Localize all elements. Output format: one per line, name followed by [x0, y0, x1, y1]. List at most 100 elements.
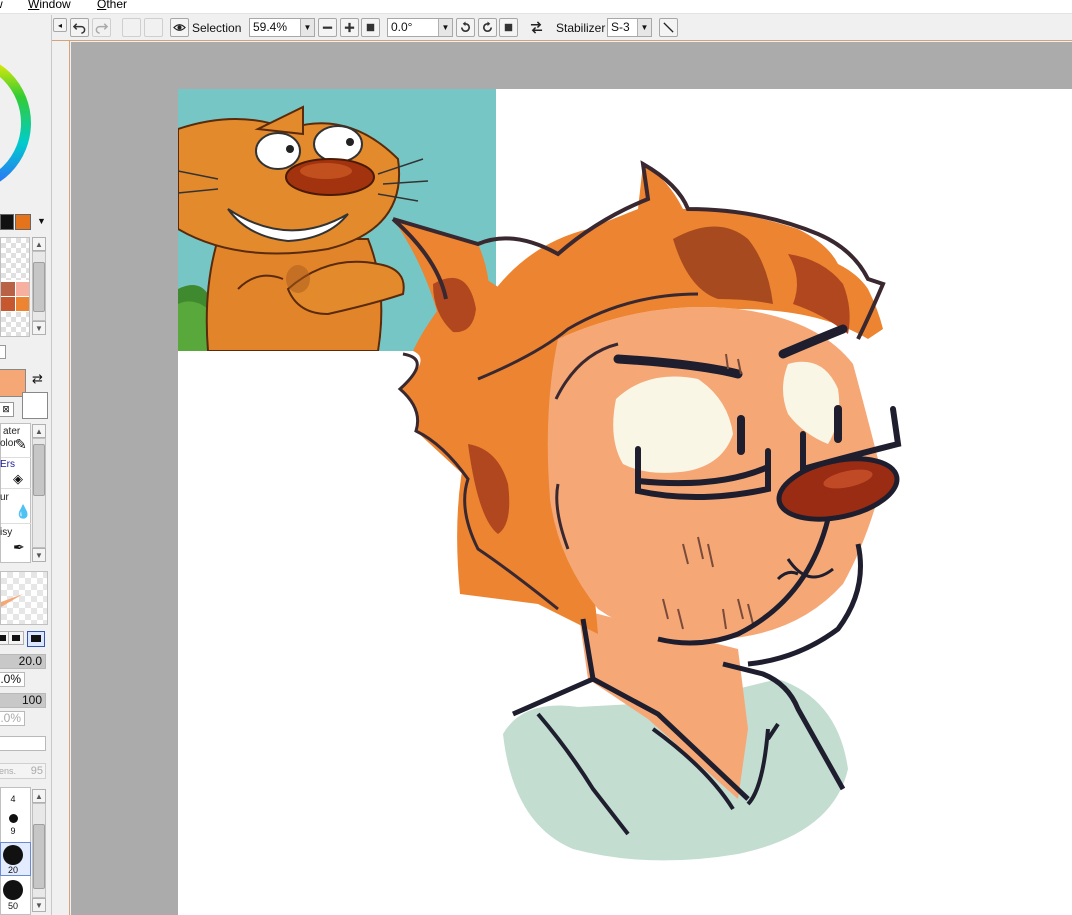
min-size-field[interactable]: .0%	[0, 672, 25, 687]
scroll-up-button[interactable]: ▲	[32, 424, 46, 438]
rotate-left-icon	[460, 21, 471, 33]
menu-item-label: indow	[39, 0, 71, 11]
size-scrollbar[interactable]	[32, 803, 46, 898]
deselect-button[interactable]	[122, 18, 141, 37]
size-preset-label: 9	[10, 826, 16, 836]
stabilizer-combo[interactable]: S-3 ▼	[607, 18, 652, 37]
hidden-param-label: ens.	[0, 766, 17, 776]
brush-shape-button[interactable]	[8, 631, 24, 645]
chevron-down-icon[interactable]: ▼	[37, 216, 46, 226]
canvas-paper[interactable]	[178, 89, 1072, 915]
zoom-out-button[interactable]	[318, 18, 337, 37]
scroll-up-button[interactable]: ▲	[32, 237, 46, 251]
brush-item[interactable]: ater olor ✎	[0, 424, 31, 458]
rotate-left-button[interactable]	[456, 18, 475, 37]
size-preset[interactable]: 9	[1, 810, 31, 840]
zoom-in-icon	[344, 22, 355, 33]
hidden-param-value: 95	[30, 765, 43, 777]
size-preset-label: 4	[10, 794, 16, 804]
brush-label: ur	[0, 492, 9, 503]
brush-blend-field[interactable]	[0, 736, 46, 751]
eye-icon	[173, 24, 186, 31]
panel-splitter[interactable]	[52, 41, 70, 915]
flip-button[interactable]	[527, 18, 546, 37]
undo-icon	[73, 23, 86, 34]
canvas-area[interactable]	[71, 42, 1072, 915]
palette-swatch[interactable]	[15, 214, 31, 230]
menu-bar: w Window Other	[0, 0, 1072, 14]
density-field[interactable]: 100	[0, 693, 46, 708]
menu-mnemonic: O	[97, 0, 107, 11]
chevron-down-icon: ▼	[300, 19, 314, 36]
brush-size-presets: 4 9 20 50	[0, 787, 31, 915]
tool-panel: ▼ ▲ ▼ ⇄ ⊠ ater olor ✎ Ers ◈ ur 💧 isy ✒ ▲…	[0, 15, 52, 915]
brush-label: isy	[0, 527, 13, 538]
min-density-field[interactable]: .0%	[0, 711, 25, 726]
secondary-color[interactable]	[22, 392, 48, 419]
panel-collapse-button[interactable]: ◂	[53, 18, 67, 32]
palette-swatch[interactable]	[0, 214, 14, 230]
scroll-up-button[interactable]: ▲	[32, 789, 46, 803]
character-drawing	[391, 160, 902, 861]
scroll-down-button[interactable]: ▼	[32, 548, 46, 562]
line-icon	[663, 22, 674, 33]
reset-icon	[504, 23, 513, 32]
redo-icon	[95, 23, 108, 34]
redo-button[interactable]	[92, 18, 111, 37]
undo-button[interactable]	[70, 18, 89, 37]
stabilizer-value: S-3	[611, 20, 630, 34]
size-preset-label: 50	[7, 901, 18, 911]
zoom-out-icon	[322, 26, 333, 29]
chevron-down-icon: ▼	[637, 19, 651, 36]
flip-icon	[530, 21, 543, 34]
zoom-combo[interactable]: 59.4% ▼	[249, 18, 315, 37]
size-preset-selected[interactable]: 20	[0, 842, 31, 876]
selection-visibility-button[interactable]	[170, 18, 189, 37]
color-wheel[interactable]	[0, 53, 32, 193]
size-preset-label: 20	[7, 865, 18, 875]
brush-size-field[interactable]: 20.0	[0, 654, 46, 669]
transparent-color-button[interactable]: ⊠	[0, 402, 14, 417]
brush-label: Ers	[0, 459, 15, 470]
rotate-right-button[interactable]	[478, 18, 497, 37]
swatch-scrollbar[interactable]	[32, 251, 46, 321]
eraser-icon: ◈	[13, 471, 23, 486]
scroll-down-button[interactable]: ▼	[32, 321, 46, 335]
selection-label: Selection	[192, 21, 242, 35]
swatch-grid[interactable]	[0, 237, 30, 337]
brush-list: ater olor ✎ Ers ◈ ur 💧 isy ✒	[0, 423, 31, 563]
brush-scrollbar[interactable]	[32, 438, 46, 548]
menu-item-other[interactable]: Other	[97, 0, 127, 11]
zoom-in-button[interactable]	[340, 18, 359, 37]
rotation-combo[interactable]: 0.0° ▼	[387, 18, 453, 37]
brush-item[interactable]: isy ✒	[0, 525, 31, 563]
toolbar: ◂ Selection 59.4% ▼ 0.0° ▼ Stabilizer S-…	[52, 15, 1072, 41]
zoom-value: 59.4%	[253, 20, 288, 34]
blur-icon: 💧	[15, 504, 32, 519]
min-size-value: .0%	[0, 672, 21, 686]
reset-icon	[366, 23, 375, 32]
zoom-reset-button[interactable]	[361, 18, 380, 37]
rotation-value: 0.0°	[391, 20, 413, 34]
menu-item-view[interactable]: w	[0, 0, 3, 11]
brush-item[interactable]: ur 💧	[0, 490, 32, 524]
brush-icon: ✎	[15, 436, 27, 452]
size-preset[interactable]: 50	[1, 878, 31, 914]
invert-selection-button[interactable]	[144, 18, 163, 37]
hidden-param-field[interactable]: ens. 95	[0, 763, 46, 779]
brush-item[interactable]: Ers ◈	[0, 459, 31, 489]
color-mode-button[interactable]	[0, 345, 6, 359]
swap-colors-icon[interactable]: ⇄	[32, 371, 43, 387]
scroll-down-button[interactable]: ▼	[32, 898, 46, 912]
rotation-reset-button[interactable]	[499, 18, 518, 37]
stroke-preview	[1, 594, 23, 607]
brush-shape-button[interactable]	[27, 631, 45, 647]
rotate-right-icon	[482, 21, 493, 33]
menu-item-label: ther	[106, 0, 128, 11]
brush-preview	[0, 571, 48, 625]
straight-line-button[interactable]	[659, 18, 678, 37]
menu-item-window[interactable]: Window	[28, 0, 71, 11]
stabilizer-label: Stabilizer	[556, 21, 606, 35]
size-preset[interactable]: 4	[1, 792, 31, 806]
chevron-down-icon: ▼	[438, 19, 452, 36]
